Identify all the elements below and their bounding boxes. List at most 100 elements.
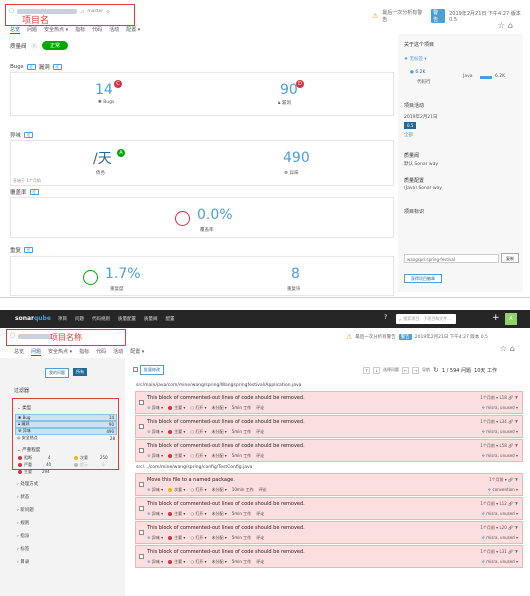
issue-tags[interactable]: ❖ misra, unused ▾	[481, 453, 518, 458]
issue-checkbox[interactable]	[139, 530, 144, 535]
issue-tags[interactable]: ❖ convention ▾	[488, 487, 518, 492]
user-avatar[interactable]: A	[505, 313, 517, 325]
tab-issues[interactable]: 问题	[27, 26, 37, 34]
issue-status[interactable]: ○ 打开 ▾	[190, 559, 206, 565]
file-path-1[interactable]: src/main/java/com/mine/wang/spring/Wangs…	[136, 383, 301, 388]
dup-history-icon[interactable]: ⎘	[24, 247, 34, 253]
issue-severity[interactable]: 主要 ▾	[168, 535, 185, 541]
issue-age[interactable]: 1个月前	[480, 395, 495, 400]
reload-icon[interactable]: ↻	[433, 366, 439, 374]
arrow-down-icon[interactable]: ↓	[373, 366, 380, 374]
nav-projects[interactable]: 项目	[58, 316, 67, 322]
issue-comment-link[interactable]: 评论	[256, 429, 264, 435]
link-icon[interactable]: 🔗︎	[508, 477, 513, 482]
my-issues-button[interactable]: 我的问题	[45, 368, 69, 378]
issue-assignee[interactable]: 未分配 ▾	[212, 453, 227, 459]
home-icon[interactable]: ⌂	[508, 21, 516, 30]
filter-icon[interactable]: ⧩	[514, 525, 518, 530]
issue-row[interactable]: This block of commented-out lines of cod…	[135, 521, 523, 544]
facet-type-vulnerability[interactable]: 🔒︎ 漏洞 90	[15, 421, 117, 428]
home-icon-2[interactable]: ⌂	[510, 344, 518, 353]
facet-severity-critical[interactable]: 严重 40	[18, 462, 51, 468]
facet-type-bug[interactable]: ✱ Bug 14	[15, 414, 117, 421]
nav-quality-gates[interactable]: 质量阀	[144, 316, 158, 322]
nav-administration[interactable]: 配置	[166, 316, 175, 322]
issue-severity[interactable]: 主要 ▾	[168, 453, 185, 459]
tab-security-hotspots-2[interactable]: 安全热点 ▾	[48, 348, 72, 356]
issue-status[interactable]: ○ 打开 ▾	[190, 405, 206, 411]
issue-comment-link[interactable]: 评论	[256, 453, 264, 459]
type-facet-header[interactable]: ⌄ 类型	[17, 405, 31, 411]
tab-overview-2[interactable]: 总览	[14, 348, 24, 356]
issue-checkbox[interactable]	[139, 424, 144, 429]
all-issues-button[interactable]: 所有	[73, 368, 87, 376]
sonarqube-logo[interactable]: sonarqube	[15, 315, 51, 322]
issue-title[interactable]: This block of commented-out lines of cod…	[147, 419, 305, 425]
issue-tags[interactable]: ❖ misra, unused ▾	[481, 511, 518, 516]
issue-comment-link[interactable]: 评论	[259, 487, 267, 493]
tab-code[interactable]: 代码	[92, 26, 102, 34]
issue-status[interactable]: ○ 打开 ▾	[190, 511, 206, 517]
help-icon[interactable]: ?	[384, 314, 387, 321]
link-icon[interactable]: 🔗︎	[508, 501, 513, 506]
facet-rules[interactable]: › 规则	[17, 520, 29, 526]
issue-assignee[interactable]: 未分配 ▾	[212, 535, 227, 541]
lines-value[interactable]: 6.2K	[415, 70, 425, 75]
issue-age[interactable]: 1个月前	[480, 419, 495, 424]
bulk-change-button[interactable]: 批量修改	[140, 365, 164, 375]
issue-type[interactable]: ☢ 异味 ▾	[147, 559, 163, 565]
issue-status[interactable]: ○ 打开 ▾	[190, 429, 206, 435]
project-key-field[interactable]: wangspri:spring-festival	[404, 254, 499, 263]
issue-title[interactable]: Move this file to a named package.	[147, 477, 235, 483]
issue-assignee[interactable]: 未分配 ▾	[212, 559, 227, 565]
filter-icon[interactable]: ⧩	[514, 477, 518, 482]
debt-value[interactable]: /天	[93, 148, 112, 168]
tab-activity-2[interactable]: 活动	[113, 348, 123, 356]
file-path-2[interactable]: src/.../com/mine/wang/spring/config/Test…	[136, 465, 252, 470]
issue-checkbox[interactable]	[139, 554, 144, 559]
tab-administration-2[interactable]: 配置 ▾	[130, 348, 144, 356]
issue-title[interactable]: This block of commented-out lines of cod…	[147, 549, 305, 555]
facet-severity-info[interactable]: 提示 0	[74, 462, 105, 468]
facet-new-issues[interactable]: › 新问题	[17, 507, 34, 513]
vuln-history-icon[interactable]: ⎘	[52, 64, 62, 70]
link-icon[interactable]: 🔗︎	[508, 419, 513, 424]
issue-age[interactable]: 1个月前	[480, 525, 495, 530]
nav-issues[interactable]: 问题	[75, 316, 84, 322]
copy-key-button[interactable]: 复制	[501, 253, 519, 263]
arrow-right-icon[interactable]: →	[412, 366, 419, 374]
issue-checkbox[interactable]	[139, 482, 144, 487]
issue-status[interactable]: ○ 打开 ▾	[190, 487, 206, 493]
bugs-history-icon[interactable]: ⎘	[26, 64, 36, 70]
issue-checkbox[interactable]	[139, 448, 144, 453]
tab-issues-2[interactable]: 问题	[31, 348, 42, 356]
facet-assignee[interactable]: › 指派	[17, 533, 29, 539]
issue-severity[interactable]: 主要 ▾	[168, 429, 185, 435]
issue-title[interactable]: This block of commented-out lines of cod…	[147, 395, 305, 401]
bugs-count[interactable]: 14	[95, 82, 113, 98]
smell-count[interactable]: 490	[283, 150, 310, 166]
activity-show-more-link[interactable]: 全部	[404, 132, 413, 138]
issue-comment-link[interactable]: 评论	[256, 511, 264, 517]
issue-severity[interactable]: 主要 ▾	[168, 405, 185, 411]
issue-severity[interactable]: 主要 ▾	[168, 559, 185, 565]
issue-severity[interactable]: 主要 ▾	[168, 511, 185, 517]
star-icon[interactable]: ☆	[498, 21, 508, 30]
facet-resolution[interactable]: › 处理方式	[17, 481, 38, 487]
issue-comment-link[interactable]: 评论	[256, 535, 264, 541]
issue-type[interactable]: ☢ 异味 ▾	[147, 487, 163, 493]
issue-status[interactable]: ○ 打开 ▾	[190, 535, 206, 541]
issue-row[interactable]: This block of commented-out lines of cod…	[135, 545, 523, 568]
facet-directory[interactable]: › 目录	[17, 559, 29, 565]
issue-type[interactable]: ☢ 异味 ▾	[147, 535, 163, 541]
link-icon[interactable]: 🔗︎	[508, 525, 513, 530]
smells-history-icon[interactable]: ⎘	[24, 132, 34, 138]
issue-age[interactable]: 1个月前	[480, 501, 495, 506]
issue-row[interactable]: This block of commented-out lines of cod…	[135, 391, 523, 414]
issue-severity[interactable]: 次要 ▾	[168, 487, 185, 493]
issue-age[interactable]: 1个月前	[480, 549, 495, 554]
tab-administration[interactable]: 配置 ▾	[126, 26, 140, 34]
link-icon[interactable]: 🔗︎	[508, 549, 513, 554]
filter-icon[interactable]: ⧩	[514, 395, 518, 400]
nav-quality-profiles[interactable]: 质量配置	[118, 316, 136, 322]
